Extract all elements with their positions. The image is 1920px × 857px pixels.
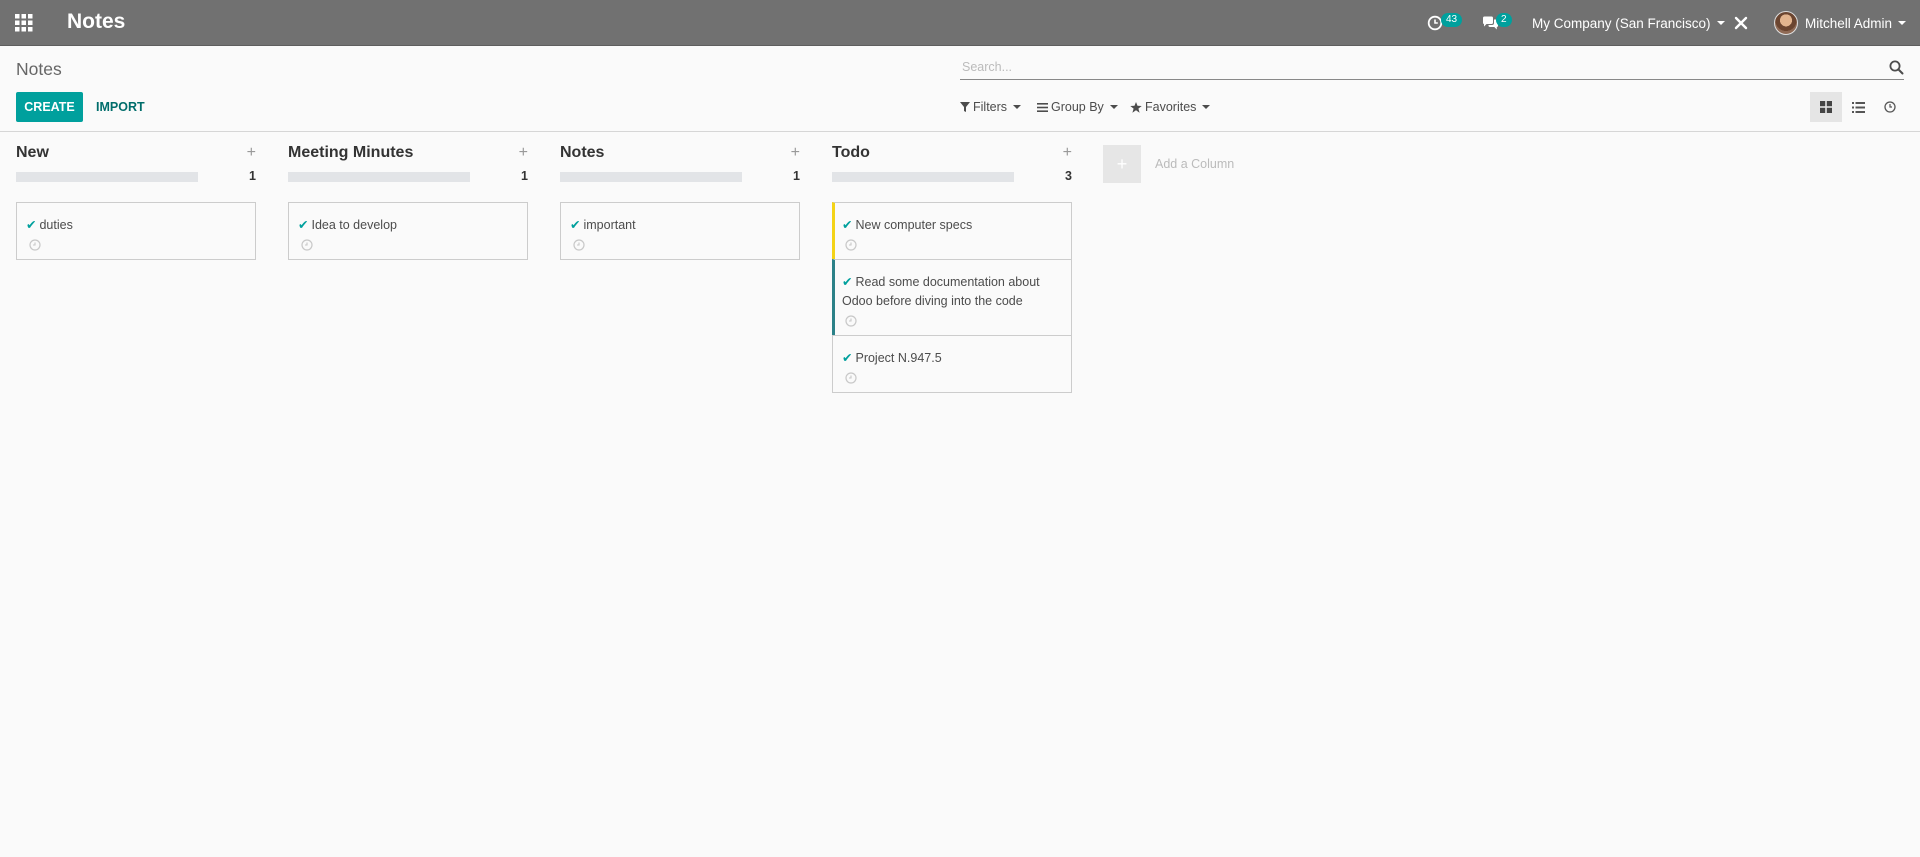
card-title: Project N.947.5 [855, 351, 942, 365]
company-name: My Company (San Francisco) [1532, 15, 1711, 31]
activity-menu[interactable]: 43 [1427, 0, 1463, 46]
caret-down-icon [1716, 21, 1725, 25]
search-input[interactable] [960, 57, 1864, 77]
search-icon[interactable] [1889, 60, 1904, 75]
activity-count-badge: 43 [1441, 13, 1463, 27]
activity-clock-icon[interactable] [845, 239, 857, 251]
activity-view-button[interactable] [1874, 92, 1906, 122]
card-title: duties [39, 218, 73, 232]
column-progress-bar[interactable] [832, 172, 1014, 182]
control-panel: Notes CREATE IMPORT Filters Group By Fav… [0, 47, 1920, 132]
kanban-grid-icon [1820, 101, 1832, 113]
filter-icon [960, 102, 970, 112]
card-title: Idea to develop [311, 218, 397, 232]
list-view-button[interactable] [1842, 92, 1874, 122]
company-switcher[interactable]: My Company (San Francisco) [1532, 0, 1725, 46]
list-bars-icon [1037, 102, 1048, 112]
apps-menu-icon[interactable] [15, 14, 33, 32]
breadcrumb: Notes [16, 59, 62, 79]
column-title: New [16, 144, 49, 161]
messages-count-badge: 2 [1496, 13, 1512, 27]
activity-clock-icon[interactable] [301, 239, 313, 251]
kanban-card[interactable]: ✔ Project N.947.5 [832, 335, 1072, 393]
check-icon[interactable]: ✔ [842, 218, 852, 232]
kanban-column-new: New + 1 ✔ duties [16, 144, 256, 260]
column-title: Todo [832, 144, 870, 161]
quick-create-plus-icon[interactable]: + [247, 144, 256, 162]
add-column-button[interactable]: + Add a Column [1103, 145, 1234, 183]
activity-clock-icon[interactable] [845, 315, 857, 327]
quick-create-plus-icon[interactable]: + [791, 144, 800, 162]
check-icon[interactable]: ✔ [570, 218, 580, 232]
caret-down-icon [1202, 105, 1211, 109]
activity-clock-icon[interactable] [845, 372, 857, 384]
debug-tools-button[interactable] [1734, 0, 1748, 46]
kanban-column-meeting-minutes: Meeting Minutes + 1 ✔ Idea to develop [288, 144, 528, 260]
clock-icon [1884, 101, 1896, 113]
group-by-dropdown[interactable]: Group By [1037, 100, 1118, 114]
kanban-card[interactable]: ✔ Read some documentation about Odoo befo… [832, 259, 1072, 336]
filters-label: Filters [973, 100, 1008, 114]
kanban-card[interactable]: ✔ New computer specs [832, 202, 1072, 260]
create-button[interactable]: CREATE [16, 92, 83, 122]
check-icon[interactable]: ✔ [842, 275, 852, 289]
kanban-card[interactable]: ✔ Idea to develop [288, 202, 528, 260]
card-title: New computer specs [855, 218, 973, 232]
import-button[interactable]: IMPORT [90, 92, 150, 122]
column-count: 1 [793, 169, 800, 183]
app-title[interactable]: Notes [67, 10, 125, 34]
check-icon[interactable]: ✔ [26, 218, 36, 232]
activity-clock-icon[interactable] [573, 239, 585, 251]
quick-create-plus-icon[interactable]: + [1063, 144, 1072, 162]
card-title: important [583, 218, 636, 232]
messages-menu[interactable]: 2 [1482, 0, 1512, 46]
tools-icon [1734, 16, 1748, 30]
filters-dropdown[interactable]: Filters [960, 100, 1022, 114]
check-icon[interactable]: ✔ [842, 351, 852, 365]
column-title: Meeting Minutes [288, 144, 414, 161]
kanban-column-notes: Notes + 1 ✔ important [560, 144, 800, 260]
kanban-view-button[interactable] [1810, 92, 1842, 122]
list-icon [1851, 101, 1865, 113]
card-title: Read some documentation about Odoo befor… [842, 275, 1040, 308]
quick-create-plus-icon[interactable]: + [519, 144, 528, 162]
column-progress-bar[interactable] [560, 172, 742, 182]
kanban-column-todo: Todo + 3 ✔ New computer specs ✔ Read some … [832, 144, 1072, 393]
favorites-label: Favorites [1145, 100, 1197, 114]
user-name: Mitchell Admin [1805, 15, 1893, 31]
column-progress-bar[interactable] [288, 172, 470, 182]
caret-down-icon [1109, 105, 1118, 109]
check-icon[interactable]: ✔ [298, 218, 308, 232]
caret-down-icon [1898, 21, 1907, 25]
add-column-label: Add a Column [1155, 157, 1235, 171]
column-count: 1 [249, 169, 256, 183]
star-icon [1130, 101, 1142, 113]
favorites-dropdown[interactable]: Favorites [1130, 100, 1211, 114]
kanban-card[interactable]: ✔ important [560, 202, 800, 260]
search-bar [960, 57, 1904, 80]
plus-icon: + [1103, 145, 1141, 183]
column-count: 1 [521, 169, 528, 183]
column-progress-bar[interactable] [16, 172, 198, 182]
activity-clock-icon[interactable] [29, 239, 41, 251]
kanban-card[interactable]: ✔ duties [16, 202, 256, 260]
column-title: Notes [560, 144, 605, 161]
user-menu[interactable]: Mitchell Admin [1774, 0, 1907, 46]
column-count: 3 [1065, 169, 1072, 183]
group-by-label: Group By [1051, 100, 1104, 114]
caret-down-icon [1013, 105, 1022, 109]
top-navbar: Notes 43 2 My Company (San Francisco) Mi… [0, 0, 1920, 46]
user-avatar [1774, 11, 1798, 35]
